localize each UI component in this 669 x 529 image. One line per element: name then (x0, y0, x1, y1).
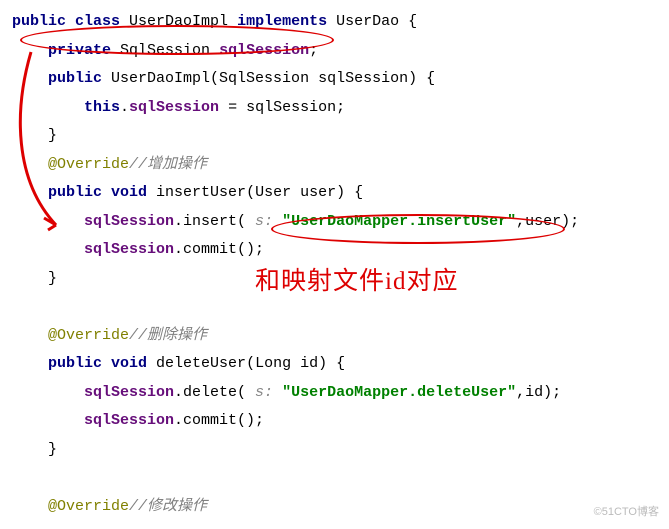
field: sqlSession (84, 241, 174, 258)
string: "UserDaoMapper.insertUser" (282, 213, 516, 230)
keyword: this (84, 99, 120, 116)
keyword: public (48, 70, 102, 87)
watermark: ©51CTO博客 (594, 502, 659, 523)
comment: //删除操作 (129, 327, 207, 344)
code-line: sqlSession.delete( s: "UserDaoMapper.del… (12, 379, 657, 408)
code-block: public class UserDaoImpl implements User… (12, 8, 657, 521)
string: "UserDaoMapper.deleteUser" (282, 384, 516, 401)
text: .commit(); (174, 241, 264, 258)
code-line: @Override//修改操作 (12, 493, 657, 522)
comment: //增加操作 (129, 156, 207, 173)
keyword: private (48, 42, 111, 59)
text: insertUser(User user) { (147, 184, 363, 201)
code-line: public void deleteUser(Long id) { (12, 350, 657, 379)
code-line (12, 293, 657, 322)
code-line: this.sqlSession = sqlSession; (12, 94, 657, 123)
brace: } (48, 441, 57, 458)
field: sqlSession (129, 99, 219, 116)
annotation: @Override (48, 156, 129, 173)
hint: s: (255, 384, 282, 401)
field: sqlSession (219, 42, 309, 59)
comment: //修改操作 (129, 498, 207, 515)
brace: } (48, 127, 57, 144)
text: . (120, 99, 129, 116)
field: sqlSession (84, 384, 174, 401)
code-line: public class UserDaoImpl implements User… (12, 8, 657, 37)
class-name: UserDaoImpl (120, 13, 237, 30)
code-line: @Override//删除操作 (12, 322, 657, 351)
text: deleteUser(Long id) { (147, 355, 345, 372)
text: UserDao { (327, 13, 417, 30)
keyword: implements (237, 13, 327, 30)
field: sqlSession (84, 213, 174, 230)
brace: } (48, 270, 57, 287)
code-line: } (12, 122, 657, 151)
text: ; (309, 42, 318, 59)
text: UserDaoImpl(SqlSession sqlSession) { (102, 70, 435, 87)
text: .delete( (174, 384, 255, 401)
text: ,user); (516, 213, 579, 230)
code-line: private SqlSession sqlSession; (12, 37, 657, 66)
text: ,id); (516, 384, 561, 401)
field: sqlSession (84, 412, 174, 429)
hint: s: (255, 213, 282, 230)
annotation: @Override (48, 498, 129, 515)
text: = sqlSession; (219, 99, 345, 116)
code-line: public void insertUser(User user) { (12, 179, 657, 208)
text: .commit(); (174, 412, 264, 429)
code-line: sqlSession.commit(); (12, 407, 657, 436)
keyword: public void (48, 355, 147, 372)
keyword: public class (12, 13, 120, 30)
code-line: public UserDaoImpl(SqlSession sqlSession… (12, 65, 657, 94)
keyword: public void (48, 184, 147, 201)
code-line: @Override//增加操作 (12, 151, 657, 180)
code-line: sqlSession.commit(); (12, 236, 657, 265)
text: .insert( (174, 213, 255, 230)
code-line: } (12, 436, 657, 465)
code-line: } (12, 265, 657, 294)
code-line: sqlSession.insert( s: "UserDaoMapper.ins… (12, 208, 657, 237)
code-line (12, 464, 657, 493)
type: SqlSession (111, 42, 219, 59)
annotation: @Override (48, 327, 129, 344)
